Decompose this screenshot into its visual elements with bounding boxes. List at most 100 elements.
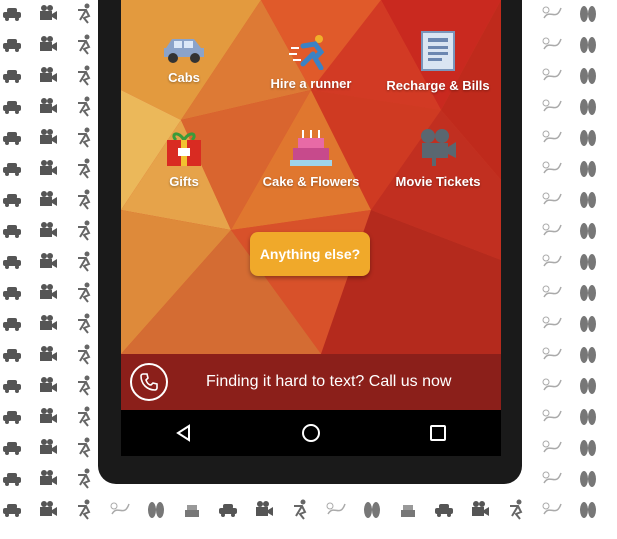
pattern-tile (542, 68, 562, 81)
movie-camera-icon (421, 129, 456, 166)
pattern-tile (542, 316, 562, 329)
pattern-tile (77, 250, 91, 272)
pattern-tile (77, 405, 91, 427)
back-button[interactable] (164, 413, 204, 453)
pattern-tile (580, 471, 596, 487)
pattern-tile (40, 253, 57, 268)
call-us-bar[interactable]: Finding it hard to text? Call us now (121, 354, 501, 410)
pattern-tile (40, 129, 57, 144)
pattern-tile (77, 157, 91, 179)
pattern-tile (3, 318, 21, 331)
pattern-tile (3, 349, 21, 362)
service-movie-tickets[interactable]: Movie Tickets (375, 128, 501, 189)
android-nav-bar (121, 410, 501, 456)
pattern-tile (40, 470, 57, 485)
pattern-tile (542, 254, 562, 267)
service-recharge-bills[interactable]: Recharge & Bills (375, 30, 501, 93)
service-label: Cake & Flowers (262, 174, 360, 189)
pattern-tile (580, 347, 596, 363)
pattern-tile (77, 188, 91, 210)
service-label: Hire a runner (270, 76, 352, 91)
pattern-tile (148, 502, 164, 518)
pattern-tile (580, 409, 596, 425)
service-gifts[interactable]: Gifts (121, 130, 247, 189)
pattern-tile (542, 440, 562, 453)
pattern-tile (40, 98, 57, 113)
pattern-tile (77, 33, 91, 55)
pattern-tile (580, 161, 596, 177)
pattern-tile (3, 225, 21, 238)
pattern-tile (3, 132, 21, 145)
pattern-tile (185, 505, 199, 517)
service-cake-flowers[interactable]: Cake & Flowers (248, 130, 374, 189)
pattern-tile (580, 130, 596, 146)
pattern-tile (580, 440, 596, 456)
pattern-tile (77, 64, 91, 86)
pattern-tile (77, 374, 91, 396)
pattern-tile (77, 467, 91, 489)
pattern-tile (580, 502, 596, 518)
pattern-tile (77, 312, 91, 334)
pattern-tile (542, 99, 562, 112)
service-label: Recharge & Bills (386, 78, 490, 93)
pattern-tile (472, 501, 489, 516)
pattern-tile (580, 37, 596, 53)
service-hire-runner[interactable]: Hire a runner (248, 34, 374, 91)
pattern-tile (542, 192, 562, 205)
pattern-tile (40, 5, 57, 20)
pattern-tile (3, 380, 21, 393)
phone-icon (130, 363, 168, 401)
back-icon (176, 424, 191, 442)
bill-icon (421, 31, 455, 71)
pattern-tile (77, 126, 91, 148)
service-cabs[interactable]: Cabs (121, 34, 247, 85)
app-screen: Cabs Hire a runner Recharge & Bills Gift… (121, 0, 501, 410)
gift-icon (167, 132, 201, 166)
pattern-tile (3, 101, 21, 114)
pattern-tile (256, 501, 273, 516)
pattern-tile (3, 39, 21, 52)
pattern-tile (40, 346, 57, 361)
pattern-tile (542, 378, 562, 391)
pattern-tile (77, 95, 91, 117)
pattern-tile (580, 192, 596, 208)
pattern-tile (40, 315, 57, 330)
pattern-tile (3, 163, 21, 176)
pattern-tile (3, 411, 21, 424)
pattern-tile (40, 191, 57, 206)
pattern-tile (3, 8, 21, 21)
pattern-tile (580, 285, 596, 301)
cake-icon (290, 130, 332, 166)
pattern-tile (40, 284, 57, 299)
pattern-tile (40, 377, 57, 392)
pattern-tile (3, 473, 21, 486)
pattern-tile (580, 254, 596, 270)
pattern-tile (542, 409, 562, 422)
pattern-tile (40, 439, 57, 454)
anything-else-button[interactable]: Anything else? (250, 232, 370, 276)
pattern-tile (110, 502, 130, 515)
pattern-tile (435, 504, 453, 517)
pattern-tile (542, 130, 562, 143)
home-icon (301, 424, 320, 442)
pattern-tile (77, 219, 91, 241)
pattern-tile (3, 256, 21, 269)
call-bar-text: Finding it hard to text? Call us now (206, 373, 452, 390)
pattern-tile (77, 498, 91, 520)
pattern-tile (40, 67, 57, 82)
runner-icon (289, 35, 325, 70)
pattern-tile (40, 222, 57, 237)
pattern-tile (542, 37, 562, 50)
pattern-tile (580, 223, 596, 239)
pattern-tile (40, 160, 57, 175)
pattern-tile (77, 343, 91, 365)
recents-button[interactable] (418, 413, 458, 453)
pattern-tile (580, 6, 596, 22)
pattern-tile (3, 504, 21, 517)
home-button[interactable] (291, 413, 331, 453)
pattern-tile (3, 194, 21, 207)
pattern-tile (40, 36, 57, 51)
pattern-tile (3, 287, 21, 300)
pattern-tile (542, 161, 562, 174)
pattern-tile (3, 442, 21, 455)
